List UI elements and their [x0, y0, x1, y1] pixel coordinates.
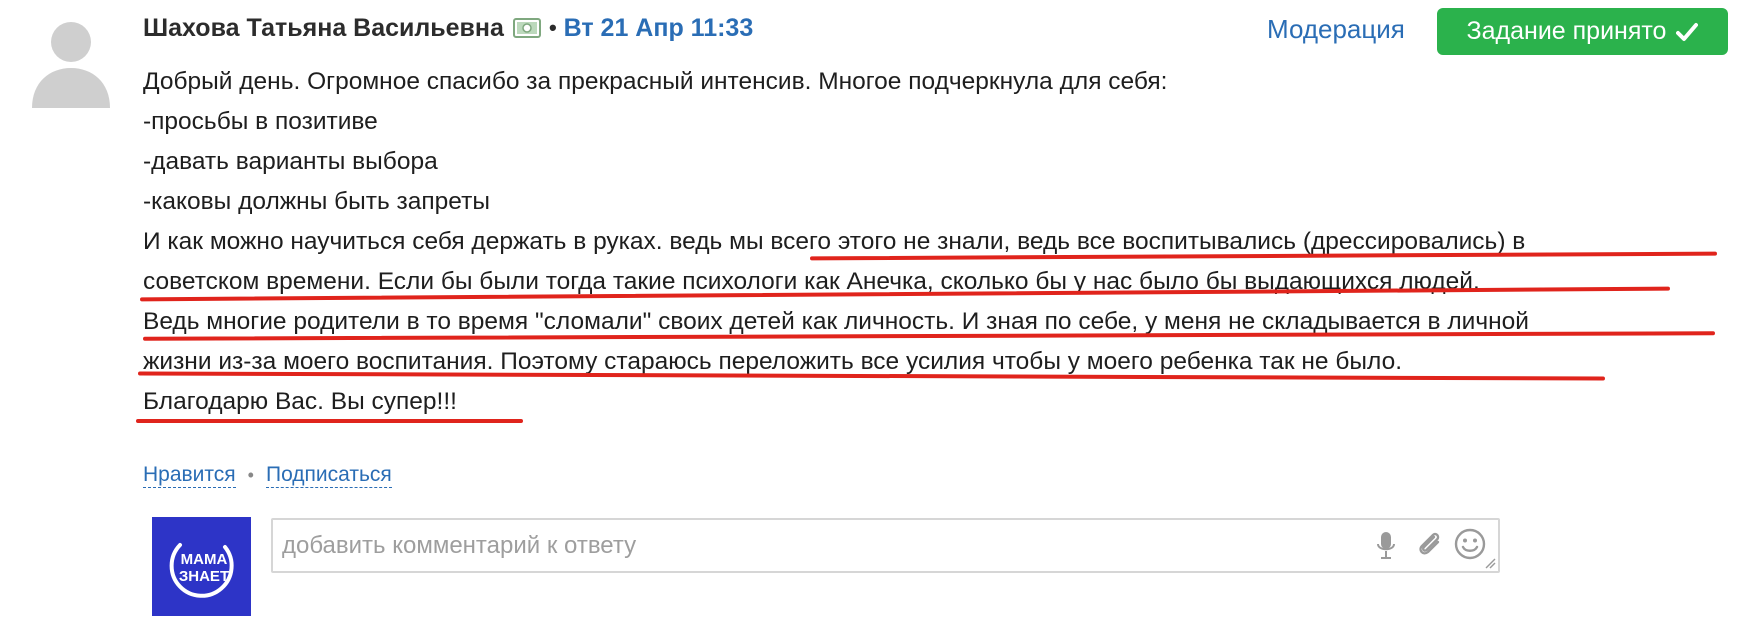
logo-text-line2: ЗНАЕТ [179, 568, 229, 585]
post-header: Шахова Татьяна Васильевна • Вт 21 Апр 11… [143, 8, 753, 48]
actions-separator: • [247, 465, 254, 485]
money-bill-icon [512, 18, 541, 38]
default-avatar-icon[interactable] [22, 10, 120, 108]
task-accepted-button[interactable]: Задание принято [1437, 8, 1728, 55]
smiley-icon[interactable] [1453, 527, 1487, 561]
comment-input[interactable] [273, 520, 1273, 571]
comment-box [271, 518, 1500, 573]
body-line: -давать варианты выбора [143, 148, 438, 175]
mama-znaet-logo-icon: МАМА ЗНАЕТ [169, 543, 234, 598]
subscribe-link[interactable]: Подписаться [265, 463, 392, 488]
body-line: -просьбы в позитиве [143, 108, 378, 135]
body-line: -каковы должны быть запреты [143, 188, 490, 215]
like-link[interactable]: Нравится [143, 463, 236, 488]
post-actions: Нравится • Подписаться [143, 463, 392, 488]
user-logo-avatar: МАМА ЗНАЕТ [152, 517, 251, 616]
post-datetime[interactable]: Вт 21 Апр 11:33 [564, 14, 754, 43]
task-accepted-label: Задание принято [1466, 17, 1667, 45]
answer-card: Шахова Татьяна Васильевна • Вт 21 Апр 11… [0, 0, 1746, 620]
microphone-icon[interactable] [1375, 530, 1397, 562]
header-separator: • [548, 15, 557, 40]
check-icon [1676, 22, 1699, 41]
author-name[interactable]: Шахова Татьяна Васильевна [143, 14, 504, 43]
body-line: Благодарю Вас. Вы супер!!! [143, 388, 457, 415]
resize-handle-icon[interactable] [1484, 557, 1496, 569]
answer-body: Добрый день. Огромное спасибо за прекрас… [143, 62, 1723, 422]
red-underline-mark [136, 419, 523, 423]
body-line: Добрый день. Огромное спасибо за прекрас… [143, 68, 1168, 95]
logo-text-line1: МАМА [181, 551, 228, 568]
moderation-link[interactable]: Модерация [1267, 14, 1405, 45]
paperclip-icon[interactable] [1413, 528, 1445, 560]
